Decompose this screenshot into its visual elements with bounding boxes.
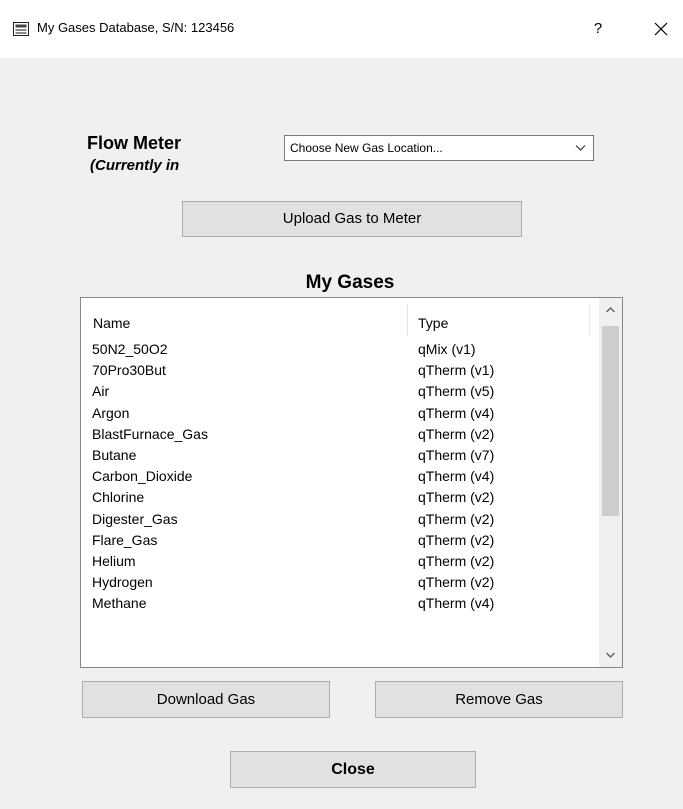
gas-type: qTherm (v2) xyxy=(418,574,495,591)
column-divider[interactable] xyxy=(589,304,590,336)
scroll-down-arrow-icon[interactable] xyxy=(599,643,622,667)
gas-name: 70Pro30But xyxy=(92,362,166,379)
title-bar: My Gases Database, S/N: 123456 ? xyxy=(0,0,683,58)
gas-name: Air xyxy=(92,383,110,400)
list-header: Name Type xyxy=(81,298,601,338)
gas-type: qTherm (v2) xyxy=(418,552,495,569)
gas-type: qTherm (v4) xyxy=(418,468,495,485)
download-gas-button[interactable]: Download Gas xyxy=(82,681,330,718)
gas-row[interactable]: Hydrogen qTherm (v2) xyxy=(81,571,601,592)
help-button[interactable]: ? xyxy=(583,14,613,44)
gas-name: BlastFurnace_Gas xyxy=(92,425,208,442)
gas-name: Methane xyxy=(92,595,147,612)
gas-row[interactable]: Flare_Gas qTherm (v2) xyxy=(81,529,601,550)
gas-row[interactable]: Butane qTherm (v7) xyxy=(81,444,601,465)
close-icon xyxy=(654,22,668,36)
gas-rows: 50N2_50O2 qMix (v1) 70Pro30But qTherm (v1)… xyxy=(81,338,601,613)
gas-name: Chlorine xyxy=(92,489,145,506)
column-divider[interactable] xyxy=(407,304,408,336)
gas-name: Butane xyxy=(92,446,137,463)
gas-row[interactable]: Digester_Gas qTherm (v2) xyxy=(81,508,601,529)
gas-type: qTherm (v2) xyxy=(418,510,495,527)
gas-row[interactable]: Methane qTherm (v4) xyxy=(81,592,601,613)
gas-name: Helium xyxy=(92,552,136,569)
window-title: My Gases Database, S/N: 123456 xyxy=(37,20,235,35)
gas-type: qTherm (v1) xyxy=(418,362,495,379)
gas-row[interactable]: Carbon_Dioxide qTherm (v4) xyxy=(81,465,601,486)
scroll-up-arrow-icon[interactable] xyxy=(599,298,622,322)
gas-row[interactable]: Chlorine qTherm (v2) xyxy=(81,486,601,507)
gases-list[interactable]: Name Type 50N2_50O2 qMix (v1) 70Pro30But q… xyxy=(80,297,623,668)
gas-location-value: Choose New Gas Location... xyxy=(290,141,443,155)
remove-gas-button[interactable]: Remove Gas xyxy=(375,681,623,718)
gas-name: Hydrogen xyxy=(92,574,153,591)
gas-type: qTherm (v5) xyxy=(418,383,495,400)
flow-meter-title: Flow Meter xyxy=(87,133,182,153)
gas-row[interactable]: Argon qTherm (v4) xyxy=(81,402,601,423)
gas-type: qTherm (v2) xyxy=(418,531,495,548)
gas-location-select[interactable]: Choose New Gas Location... xyxy=(284,135,594,161)
gas-type: qTherm (v2) xyxy=(418,425,495,442)
gas-type: qTherm (v7) xyxy=(418,446,495,463)
gas-type: qTherm (v4) xyxy=(418,595,495,612)
gas-name: Digester_Gas xyxy=(92,510,178,527)
gas-type: qMix (v1) xyxy=(418,341,476,357)
gas-row[interactable]: Helium qTherm (v2) xyxy=(81,550,601,571)
gas-name: 50N2_50O2 xyxy=(92,341,168,357)
my-gases-heading: My Gases xyxy=(305,272,395,293)
window-close-button[interactable] xyxy=(646,14,676,44)
gas-row[interactable]: 70Pro30But qTherm (v1) xyxy=(81,359,601,380)
flow-meter-subtitle: (Currently in xyxy=(90,157,180,174)
close-button[interactable]: Close xyxy=(230,751,476,788)
gas-type: qTherm (v4) xyxy=(418,404,495,421)
scrollbar-thumb[interactable] xyxy=(602,326,619,516)
column-header-type[interactable]: Type xyxy=(418,315,448,331)
gas-name: Flare_Gas xyxy=(92,531,158,548)
column-header-name[interactable]: Name xyxy=(93,315,130,331)
gas-name: Argon xyxy=(92,404,130,421)
vertical-scrollbar[interactable] xyxy=(599,298,622,667)
gas-row[interactable]: BlastFurnace_Gas qTherm (v2) xyxy=(81,423,601,444)
chevron-down-icon xyxy=(575,145,586,151)
upload-gas-button[interactable]: Upload Gas to Meter xyxy=(182,201,522,237)
gas-row[interactable]: 50N2_50O2 qMix (v1) xyxy=(81,338,601,359)
gas-name: Carbon_Dioxide xyxy=(92,468,193,485)
database-app-icon xyxy=(13,22,29,36)
gas-type: qTherm (v2) xyxy=(418,489,495,506)
gas-row[interactable]: Air qTherm (v5) xyxy=(81,380,601,401)
